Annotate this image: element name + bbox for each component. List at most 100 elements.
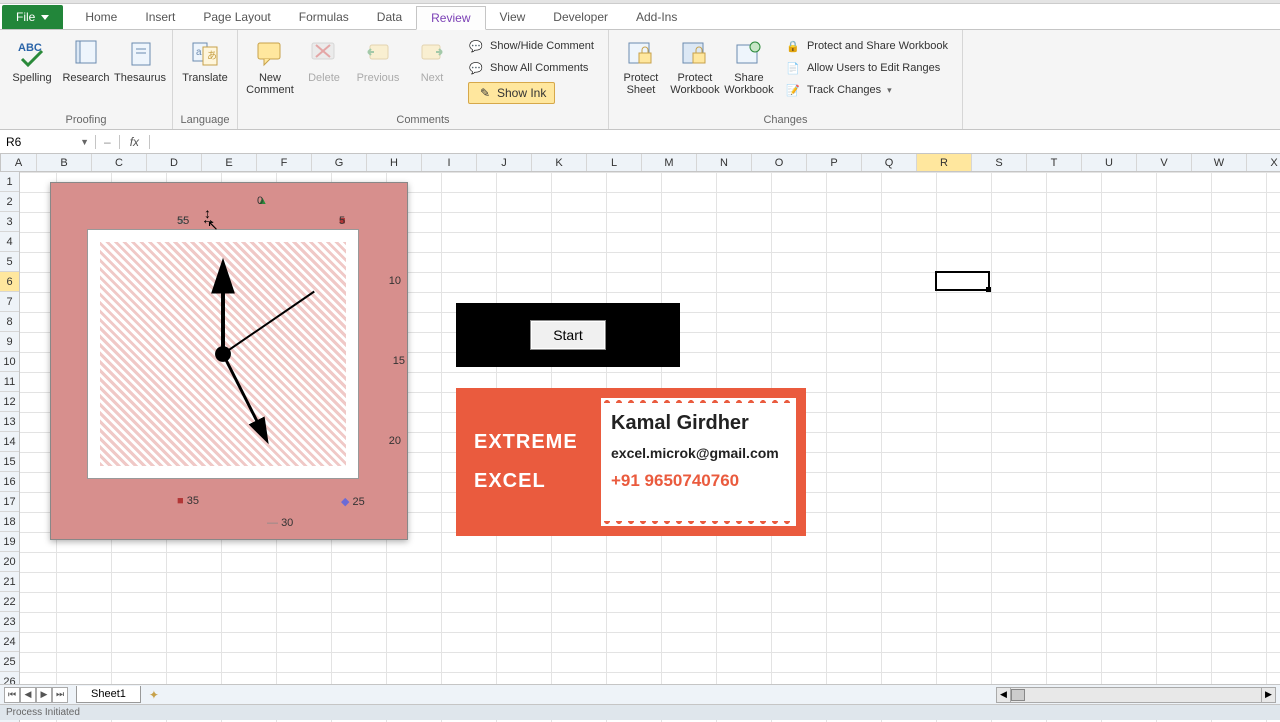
clock-num-35: ■ 35 <box>177 495 199 507</box>
col-header-U[interactable]: U <box>1082 154 1137 171</box>
row-header-21[interactable]: 21 <box>0 572 19 592</box>
col-header-H[interactable]: H <box>367 154 422 171</box>
thesaurus-button[interactable]: Thesaurus <box>114 34 166 86</box>
protect-sheet-button[interactable]: Protect Sheet <box>615 34 667 102</box>
col-header-P[interactable]: P <box>807 154 862 171</box>
col-header-G[interactable]: G <box>312 154 367 171</box>
previous-comment-button[interactable]: Previous <box>352 34 404 108</box>
col-header-S[interactable]: S <box>972 154 1027 171</box>
row-header-25[interactable]: 25 <box>0 652 19 672</box>
allow-edit-ranges-button[interactable]: 📄Allow Users to Edit Ranges <box>781 58 952 78</box>
chevron-down-icon[interactable]: ▼ <box>80 137 89 147</box>
research-button[interactable]: Research <box>60 34 112 86</box>
tab-insert[interactable]: Insert <box>131 6 189 29</box>
col-header-I[interactable]: I <box>422 154 477 171</box>
row-header-20[interactable]: 20 <box>0 552 19 572</box>
fx-icon[interactable]: fx <box>120 135 150 149</box>
track-changes-button[interactable]: 📝Track Changes ▾ <box>781 80 952 100</box>
row-header-7[interactable]: 7 <box>0 292 19 312</box>
new-sheet-button[interactable]: ✦ <box>145 687 163 703</box>
row-header-2[interactable]: 2 <box>0 192 19 212</box>
tab-formulas[interactable]: Formulas <box>285 6 363 29</box>
col-header-X[interactable]: X <box>1247 154 1280 171</box>
formula-input[interactable] <box>150 135 1280 149</box>
start-button[interactable]: Start <box>530 320 606 350</box>
sheet-nav-next[interactable]: ▶ <box>36 687 52 703</box>
col-header-W[interactable]: W <box>1192 154 1247 171</box>
translate-button[interactable]: aあ Translate <box>179 34 231 86</box>
row-header-12[interactable]: 12 <box>0 392 19 412</box>
row-header-14[interactable]: 14 <box>0 432 19 452</box>
col-header-M[interactable]: M <box>642 154 697 171</box>
row-header-5[interactable]: 5 <box>0 252 19 272</box>
row-header-10[interactable]: 10 <box>0 352 19 372</box>
sheet-nav-first[interactable]: ⏮ <box>4 687 20 703</box>
col-header-T[interactable]: T <box>1027 154 1082 171</box>
tab-developer[interactable]: Developer <box>539 6 622 29</box>
tab-data[interactable]: Data <box>363 6 416 29</box>
scroll-left-icon[interactable]: ◀ <box>997 688 1011 702</box>
file-tab[interactable]: File <box>2 5 63 29</box>
col-header-C[interactable]: C <box>92 154 147 171</box>
row-header-15[interactable]: 15 <box>0 452 19 472</box>
row-header-9[interactable]: 9 <box>0 332 19 352</box>
next-comment-button[interactable]: Next <box>406 34 458 108</box>
row-header-22[interactable]: 22 <box>0 592 19 612</box>
col-header-V[interactable]: V <box>1137 154 1192 171</box>
protect-share-button[interactable]: 🔒Protect and Share Workbook <box>781 36 952 56</box>
show-hide-comment-button[interactable]: 💬Show/Hide Comment <box>464 36 598 56</box>
name-box[interactable]: R6▼ <box>0 135 96 149</box>
row-header-8[interactable]: 8 <box>0 312 19 332</box>
tab-page-layout[interactable]: Page Layout <box>189 6 284 29</box>
spelling-button[interactable]: ABC Spelling <box>6 34 58 86</box>
row-header-4[interactable]: 4 <box>0 232 19 252</box>
row-headers: 1234567891011121314151617181920212223242… <box>0 172 20 722</box>
scroll-right-icon[interactable]: ▶ <box>1261 688 1275 702</box>
row-header-19[interactable]: 19 <box>0 532 19 552</box>
move-cursor-icon: ↔↕ <box>201 211 215 227</box>
worksheet-grid[interactable]: 1234567891011121314151617181920212223242… <box>0 172 1280 722</box>
tab-view[interactable]: View <box>486 6 540 29</box>
col-header-F[interactable]: F <box>257 154 312 171</box>
clock-chart[interactable]: ▲ 0 ■ 5 ✕ 55 10 15 20 ◆ 25 — 30 ■ 35 40 … <box>50 182 408 540</box>
col-header-K[interactable]: K <box>532 154 587 171</box>
scrollbar-thumb[interactable] <box>1011 689 1025 701</box>
row-header-16[interactable]: 16 <box>0 472 19 492</box>
row-header-3[interactable]: 3 <box>0 212 19 232</box>
row-header-17[interactable]: 17 <box>0 492 19 512</box>
col-header-Q[interactable]: Q <box>862 154 917 171</box>
col-header-B[interactable]: B <box>37 154 92 171</box>
row-header-13[interactable]: 13 <box>0 412 19 432</box>
cells-area[interactable]: ▲ 0 ■ 5 ✕ 55 10 15 20 ◆ 25 — 30 ■ 35 40 … <box>20 172 1280 722</box>
sheet-nav-last[interactable]: ⏭ <box>52 687 68 703</box>
col-header-O[interactable]: O <box>752 154 807 171</box>
row-header-23[interactable]: 23 <box>0 612 19 632</box>
col-header-N[interactable]: N <box>697 154 752 171</box>
cancel-formula-icon[interactable]: – <box>96 135 120 149</box>
col-header-J[interactable]: J <box>477 154 532 171</box>
new-comment-button[interactable]: New Comment <box>244 34 296 108</box>
col-header-A[interactable]: A <box>1 154 37 171</box>
row-header-24[interactable]: 24 <box>0 632 19 652</box>
col-header-E[interactable]: E <box>202 154 257 171</box>
protect-workbook-button[interactable]: Protect Workbook <box>669 34 721 102</box>
col-header-D[interactable]: D <box>147 154 202 171</box>
share-workbook-button[interactable]: Share Workbook <box>723 34 775 102</box>
horizontal-scrollbar[interactable]: ◀ ▶ <box>996 687 1276 703</box>
col-header-L[interactable]: L <box>587 154 642 171</box>
next-comment-label: Next <box>421 72 444 84</box>
show-all-comments-button[interactable]: 💬Show All Comments <box>464 58 598 78</box>
row-header-1[interactable]: 1 <box>0 172 19 192</box>
active-cell[interactable] <box>935 271 990 291</box>
col-header-R[interactable]: R <box>917 154 972 171</box>
tab-add-ins[interactable]: Add-Ins <box>622 6 691 29</box>
delete-comment-button[interactable]: Delete <box>298 34 350 108</box>
row-header-18[interactable]: 18 <box>0 512 19 532</box>
tab-home[interactable]: Home <box>71 6 131 29</box>
row-header-6[interactable]: 6 <box>0 272 19 292</box>
sheet-nav-prev[interactable]: ◀ <box>20 687 36 703</box>
sheet-tab-sheet1[interactable]: Sheet1 <box>76 686 141 703</box>
row-header-11[interactable]: 11 <box>0 372 19 392</box>
tab-review[interactable]: Review <box>416 6 485 30</box>
show-ink-button[interactable]: ✎Show Ink <box>464 80 598 106</box>
